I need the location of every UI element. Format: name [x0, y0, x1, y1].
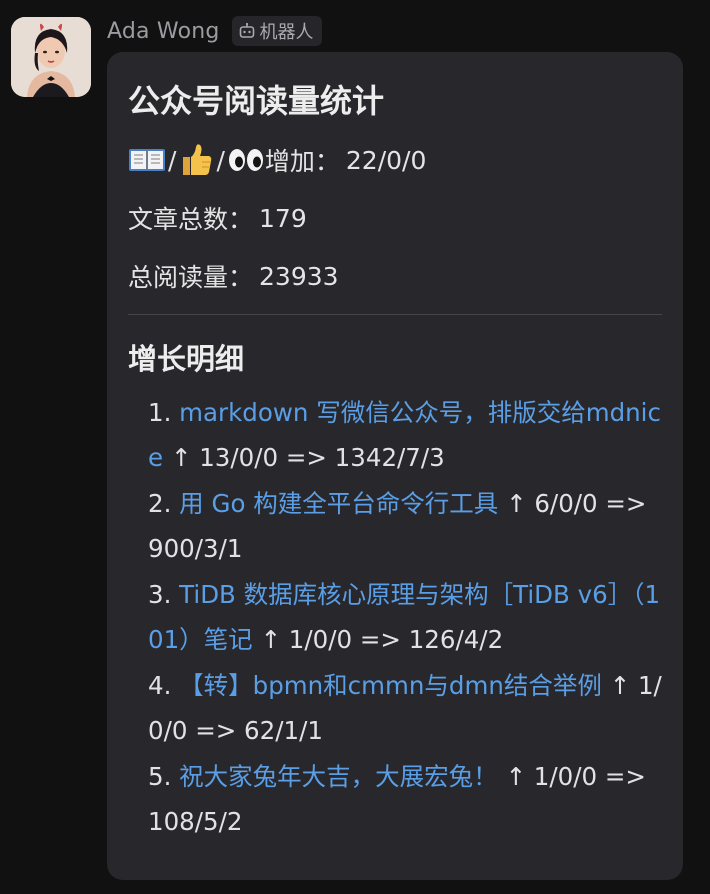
list-item-number: 2.: [148, 489, 180, 518]
avatar[interactable]: [11, 17, 91, 97]
eyes-icon: [227, 145, 265, 175]
list-item-number: 1.: [148, 398, 180, 427]
article-link[interactable]: 用 Go 构建全平台命令行工具: [179, 489, 498, 518]
total-reads-stat: 总阅读量： 23933: [128, 258, 339, 294]
divider: [128, 314, 662, 315]
increase-value: 22/0/0: [345, 145, 427, 175]
increase-label: 增加：: [264, 147, 340, 176]
article-count-label: 文章总数：: [128, 205, 254, 234]
article-count-value: 179: [259, 203, 307, 233]
list-item: 4. 【转】bpmn和cmmn与dmn结合举例 ↑ 1/0/0 => 62/1/…: [148, 663, 668, 753]
bot-badge: 机器人: [231, 16, 322, 46]
article-link[interactable]: 祝大家兔年大吉，大展宏兔！: [179, 762, 498, 791]
message-header: Ada Wong 机器人: [107, 14, 322, 48]
thumbs-up-icon: [178, 142, 214, 178]
article-link[interactable]: 【转】bpmn和cmmn与dmn结合举例: [179, 671, 602, 700]
list-item: 1. markdown 写微信公众号，排版交给mdnice ↑ 13/0/0 =…: [148, 390, 668, 480]
book-icon: [128, 145, 166, 175]
list-item-stats: ↑ 13/0/0 => 1342/7/3: [170, 443, 445, 472]
article-count-stat: 文章总数： 179: [128, 200, 307, 236]
bot-badge-label: 机器人: [259, 22, 314, 43]
growth-list: 1. markdown 写微信公众号，排版交给mdnice ↑ 13/0/0 =…: [148, 390, 668, 845]
message-title: 公众号阅读量统计: [128, 82, 385, 120]
list-item: 5. 祝大家兔年大吉，大展宏兔！ ↑ 1/0/0 => 108/5/2: [148, 754, 668, 844]
list-item-number: 4.: [148, 671, 180, 700]
list-item: 2. 用 Go 构建全平台命令行工具 ↑ 6/0/0 => 900/3/1: [148, 481, 668, 571]
growth-title: 增长明细: [128, 342, 245, 376]
total-reads-label: 总阅读量：: [128, 263, 254, 292]
list-item: 3. TiDB 数据库核心原理与架构［TiDB v6］（101）笔记 ↑ 1/0…: [148, 572, 668, 662]
list-item-stats: ↑ 1/0/0 => 126/4/2: [260, 625, 504, 654]
total-reads-value: 23933: [259, 261, 339, 291]
list-item-number: 5.: [148, 762, 180, 791]
increase-stat: / / 增加： 22/0/0: [128, 142, 426, 178]
list-item-number: 3.: [148, 580, 180, 609]
profile-avatar: [11, 17, 91, 97]
robot-icon: [239, 22, 254, 38]
sender-name[interactable]: Ada Wong: [107, 19, 220, 44]
